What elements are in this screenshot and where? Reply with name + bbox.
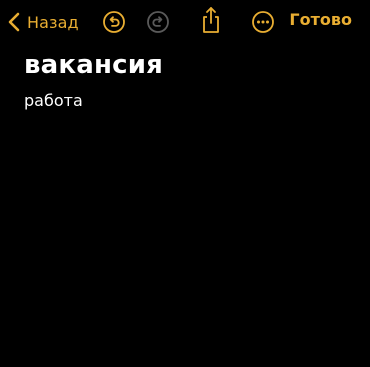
more-button[interactable] <box>250 9 276 35</box>
toolbar: Назад Готово <box>0 0 370 44</box>
note-body[interactable]: работа <box>24 91 83 110</box>
share-icon <box>199 6 223 34</box>
done-button[interactable]: Готово <box>289 10 352 29</box>
more-icon <box>251 10 275 34</box>
back-button[interactable]: Назад <box>8 6 79 38</box>
undo-icon <box>102 10 126 34</box>
back-label: Назад <box>27 12 79 32</box>
redo-button[interactable] <box>145 9 171 35</box>
undo-button[interactable] <box>101 9 127 35</box>
share-button[interactable] <box>198 7 224 33</box>
note-title[interactable]: вакансия <box>24 50 163 80</box>
redo-icon <box>146 10 170 34</box>
chevron-left-icon <box>8 12 20 32</box>
